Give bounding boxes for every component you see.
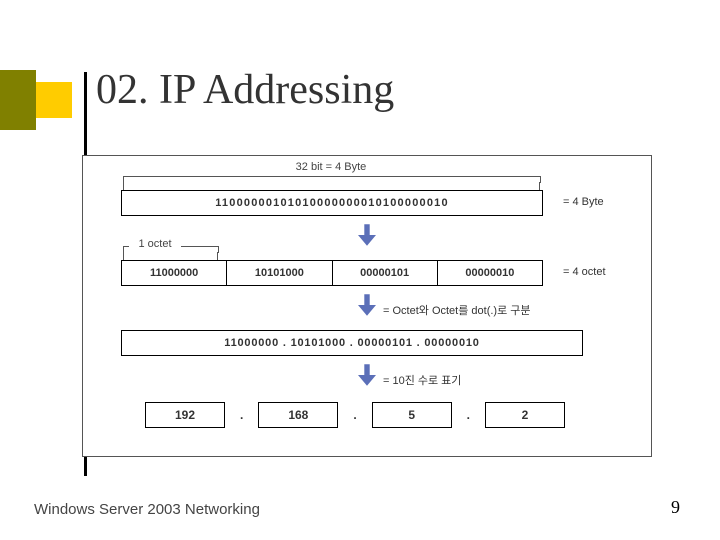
cell-ip-c: 5 (372, 402, 452, 428)
dot-2: . (348, 408, 361, 422)
deco-olive-block (0, 70, 36, 130)
slide: 02. IP Addressing 32 bit = 4 Byte 110000… (0, 0, 720, 540)
bracket-1octet-drop-r (217, 252, 218, 260)
page-number: 9 (671, 497, 680, 518)
cell-bits-32: 11000000101010000000010100000010 (122, 191, 542, 215)
cell-dotted-binary: 11000000 . 10101000 . 00000101 . 0000001… (122, 331, 582, 355)
footer-text: Windows Server 2003 Networking (34, 501, 260, 518)
cell-octet-2: 10101000 (227, 261, 332, 285)
bracket-32bit (123, 176, 541, 183)
deco-yellow-block (36, 82, 72, 118)
row-octets: 11000000 10101000 00000101 00000010 (121, 260, 543, 286)
arrow-down-icon (358, 224, 376, 246)
slide-title: 02. IP Addressing (96, 66, 394, 114)
cell-ip-a: 192 (145, 402, 225, 428)
arrow-2-container (83, 294, 651, 316)
row-bits-32: 11000000101010000000010100000010 (121, 190, 543, 216)
label-1octet: 1 octet (129, 238, 181, 250)
row-dotted-binary: 11000000 . 10101000 . 00000101 . 0000001… (121, 330, 583, 356)
bracket-1octet-drop-l (123, 252, 124, 260)
dot-3: . (462, 408, 475, 422)
cell-octet-4: 00000010 (438, 261, 542, 285)
arrow-down-icon (358, 364, 376, 386)
dot-1: . (235, 408, 248, 422)
cell-octet-1: 11000000 (122, 261, 227, 285)
arrow-down-icon (358, 294, 376, 316)
bracket-32bit-drop-r (539, 182, 540, 190)
label-dot-separate: = Octet와 Octet를 dot(.)로 구분 (383, 302, 531, 318)
label-decimal: = 10진 수로 표기 (383, 372, 461, 388)
label-4byte: = 4 Byte (563, 196, 604, 208)
label-32bit: 32 bit = 4 Byte (123, 161, 539, 173)
arrow-3-container (83, 364, 651, 386)
label-4octet: = 4 octet (563, 266, 606, 278)
cell-octet-3: 00000101 (333, 261, 438, 285)
ip-diagram: 32 bit = 4 Byte 110000001010100000000101… (82, 155, 652, 457)
bracket-32bit-drop-l (123, 182, 124, 190)
cell-ip-b: 168 (258, 402, 338, 428)
cell-ip-d: 2 (485, 402, 565, 428)
row-decimal-ip: 192 . 168 . 5 . 2 (145, 402, 565, 428)
